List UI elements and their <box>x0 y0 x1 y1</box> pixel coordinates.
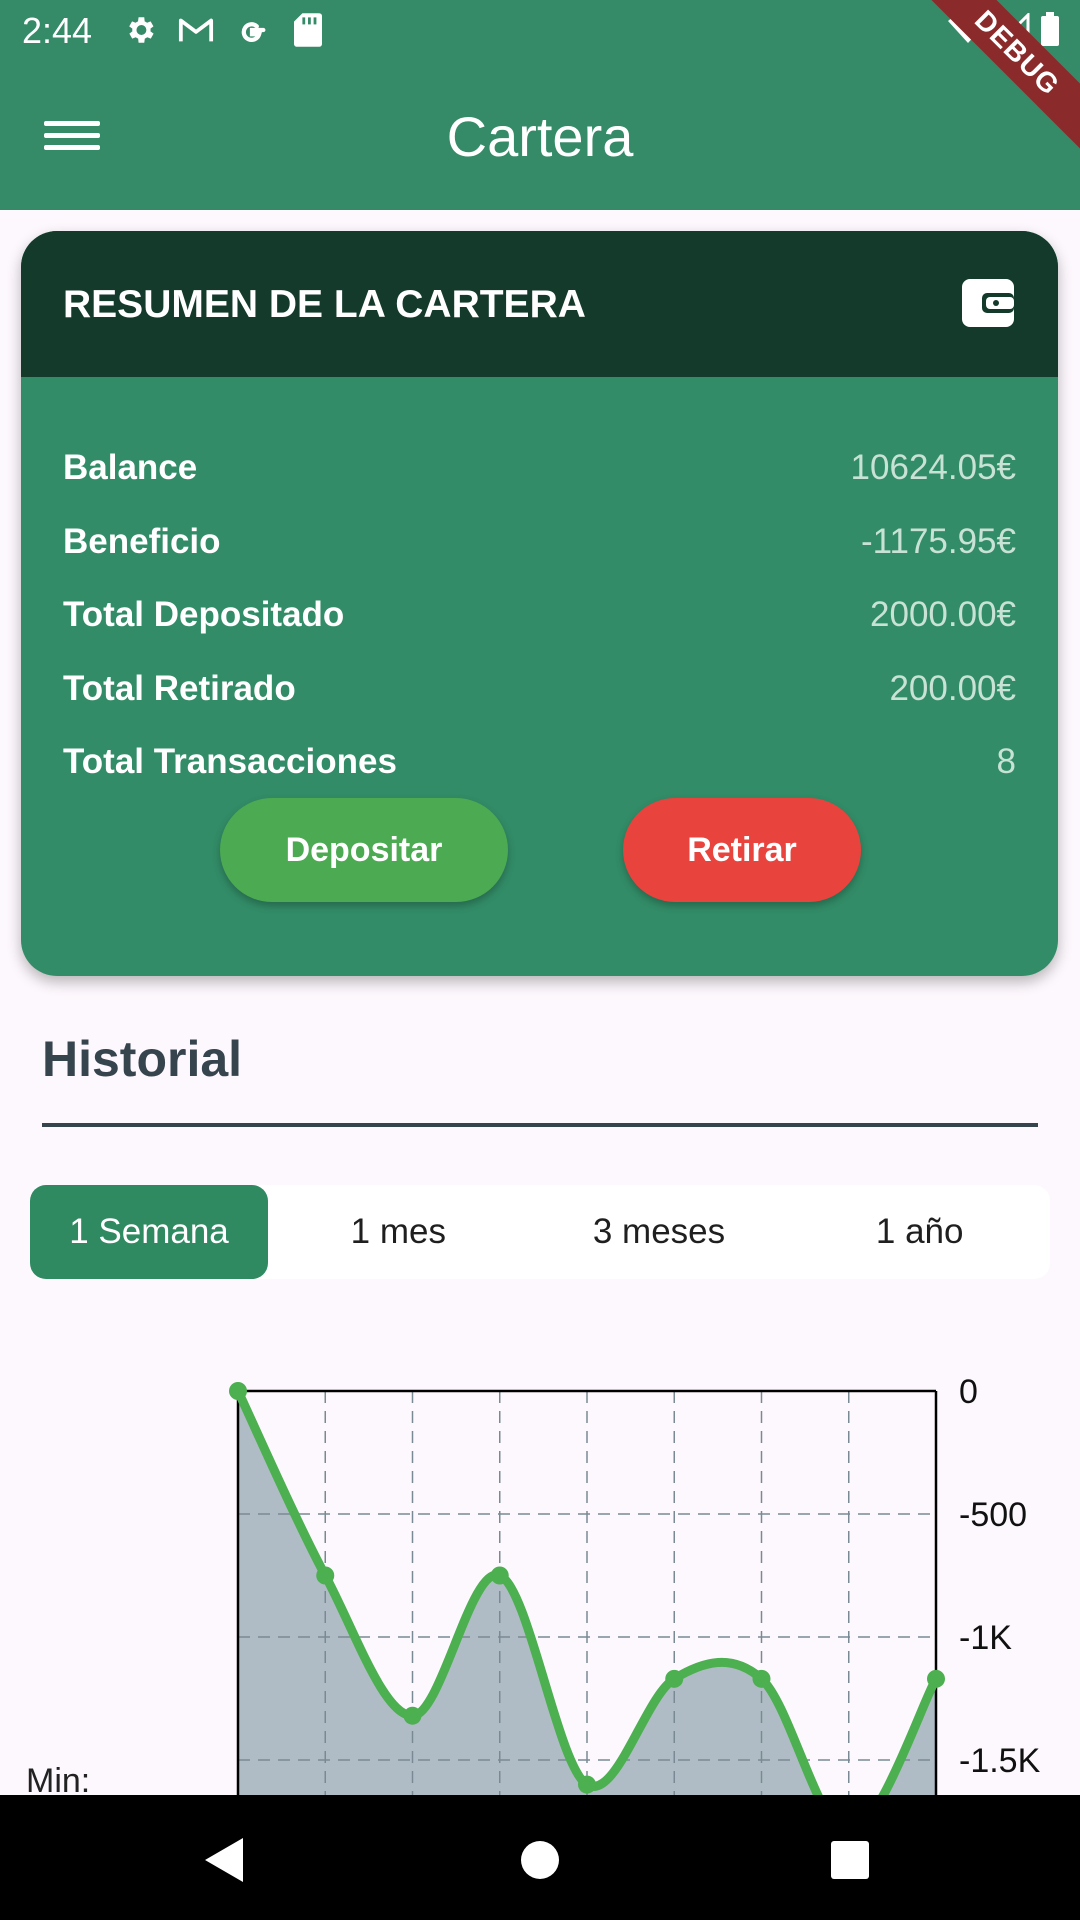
settings-icon <box>122 12 158 48</box>
chart-point <box>229 1382 247 1400</box>
chart-point <box>927 1669 945 1688</box>
row-label: Balance <box>63 448 198 487</box>
row-label: Total Depositado <box>63 595 345 634</box>
history-title: Historial <box>42 1031 243 1087</box>
row-label: Total Retirado <box>63 669 296 708</box>
y-tick-label: 0 <box>959 1373 978 1411</box>
y-tick-label: -1K <box>959 1619 1012 1657</box>
row-value: -1175.95€ <box>860 522 1016 561</box>
navigation-bar <box>0 1795 1080 1920</box>
summary-row-profit: Beneficio -1175.95€ <box>63 517 1016 567</box>
row-value: 2000.00€ <box>870 595 1016 634</box>
battery-icon <box>1040 12 1060 51</box>
chart-point <box>752 1669 771 1688</box>
recents-icon[interactable] <box>815 1825 885 1895</box>
chart-point <box>316 1566 335 1585</box>
tab-1-year[interactable]: 1 año <box>789 1185 1050 1279</box>
tab-3-months[interactable]: 3 meses <box>529 1185 790 1279</box>
row-value: 8 <box>996 742 1016 781</box>
app-title: Cartera <box>446 105 634 168</box>
tab-1-week[interactable]: 1 Semana <box>30 1185 268 1279</box>
sd-card-icon <box>290 12 326 48</box>
row-value: 10624.05€ <box>850 448 1016 487</box>
chart-point <box>665 1669 684 1688</box>
chart-point <box>578 1775 596 1794</box>
withdraw-button[interactable]: Retirar <box>623 798 861 902</box>
wallet-icon <box>962 279 1014 327</box>
chart-svg: 0 -500 -1K -1.5K <box>229 1373 1041 1840</box>
app-bar: Cartera <box>0 66 1080 210</box>
status-notification-icons <box>122 12 326 48</box>
summary-row-total-withdrawn: Total Retirado 200.00€ <box>63 664 1016 714</box>
summary-row-total-deposited: Total Depositado 2000.00€ <box>63 590 1016 640</box>
portfolio-summary-card: RESUMEN DE LA CARTERA Balance 10624.05€ … <box>21 231 1058 976</box>
summary-row-total-transactions: Total Transacciones 8 <box>63 737 1016 787</box>
home-icon[interactable] <box>505 1825 575 1895</box>
status-time: 2:44 <box>22 10 93 51</box>
google-icon <box>234 12 270 48</box>
gmail-icon <box>178 12 214 48</box>
screen: 2:44 DEBUG Cartera RESUMEN DE LA CARTERA… <box>0 0 1080 1920</box>
row-label: Total Transacciones <box>63 742 397 781</box>
chart-point <box>490 1566 509 1585</box>
y-tick-label: -500 <box>959 1496 1027 1534</box>
deposit-button[interactable]: Depositar <box>220 798 508 902</box>
summary-row-balance: Balance 10624.05€ <box>63 443 1016 493</box>
time-range-tabs: 1 Semana 1 mes 3 meses 1 año <box>30 1185 1050 1279</box>
row-value: 200.00€ <box>889 669 1016 708</box>
row-label: Beneficio <box>63 522 221 561</box>
status-bar: 2:44 <box>0 0 1080 66</box>
card-title: RESUMEN DE LA CARTERA <box>63 283 586 326</box>
history-divider <box>42 1123 1038 1127</box>
back-icon[interactable] <box>190 1825 260 1895</box>
chart-point <box>403 1706 422 1725</box>
history-chart: 0 -500 -1K -1.5K <box>0 1330 1080 1840</box>
card-header: RESUMEN DE LA CARTERA <box>21 231 1058 377</box>
y-tick-label: -1.5K <box>959 1742 1041 1780</box>
tab-1-month[interactable]: 1 mes <box>268 1185 529 1279</box>
